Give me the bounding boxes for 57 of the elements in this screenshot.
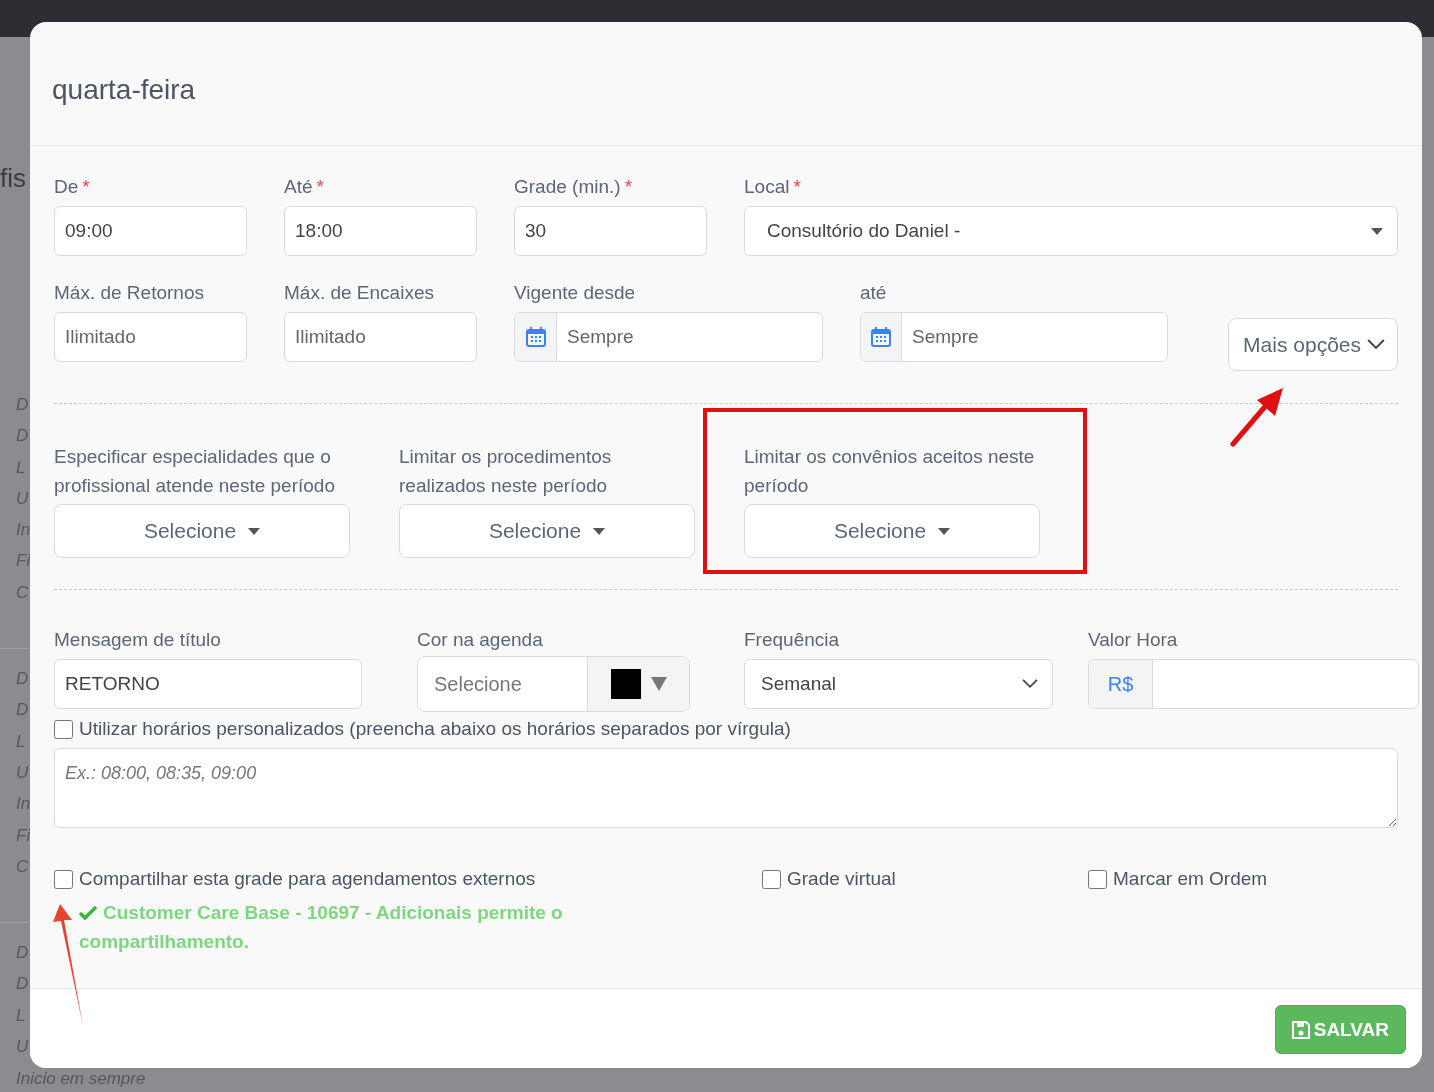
field-label: até (860, 282, 888, 304)
field-label: Até * (284, 176, 325, 198)
date-picker[interactable]: Sempre (514, 312, 823, 362)
field-label: Especificar especialidades que o profissional atende neste período (54, 445, 336, 498)
checkbox[interactable] (762, 869, 781, 889)
field-label: Máx. de Encaixes (284, 282, 435, 304)
field-label: Grade (min.) * (514, 176, 634, 198)
field-label: Mensagem de título (54, 629, 222, 651)
field-label: Frequência (744, 629, 841, 651)
input-field[interactable]: RETORNO (54, 659, 362, 709)
checkbox-label: Marcar em Ordem (1113, 868, 1268, 890)
caret-icon (593, 527, 606, 535)
field-label: Local * (744, 176, 802, 198)
more-options-button[interactable]: Mais opções (1228, 318, 1398, 371)
calendar-icon (525, 327, 546, 347)
checkbox[interactable] (54, 719, 73, 739)
input-field[interactable]: 30 (514, 206, 707, 256)
check-icon (79, 905, 97, 920)
checkbox-label: Compartilhar esta grade para agendamentos externos (79, 868, 536, 890)
input-field[interactable]: Ilimitado (54, 312, 247, 362)
field-label: Cor na agenda (417, 629, 544, 651)
input-field[interactable]: 09:00 (54, 206, 247, 256)
field-label: De * (54, 176, 91, 198)
field-label: Vigente desde (514, 282, 637, 304)
caret-icon (938, 527, 951, 535)
input-field[interactable]: Ilimitado (284, 312, 477, 362)
caret-icon (650, 677, 667, 691)
field-label: Máx. de Retornos (54, 282, 205, 304)
select-field[interactable]: Semanal (744, 659, 1053, 709)
page-heading: fis (0, 163, 27, 193)
select-button[interactable]: Selecione (399, 504, 695, 558)
floppy-icon (1291, 1020, 1310, 1039)
field-label: Limitar os convênios aceitos neste período (744, 445, 1036, 498)
select-field[interactable]: Consultório do Daniel - (744, 206, 1398, 256)
select-button[interactable]: Selecione (744, 504, 1040, 558)
date-picker[interactable]: Sempre (860, 312, 1168, 362)
checkbox[interactable] (54, 869, 73, 889)
checkbox-label: Utilizar horários personalizados (preencha abaixo os horários separados por vírgula) (79, 718, 791, 740)
input-field[interactable]: 18:00 (284, 206, 477, 256)
color-picker[interactable]: Selecione (417, 656, 690, 712)
caret-icon (1371, 227, 1383, 235)
field-label: Valor Hora (1088, 629, 1179, 651)
chevron-icon (1022, 679, 1038, 689)
select-button[interactable]: Selecione (54, 504, 350, 558)
field-label: Limitar os procedimentos realizados neste período (399, 445, 613, 498)
chevron-icon (1367, 339, 1385, 350)
modal-title: quarta-feira (52, 74, 196, 106)
color-input[interactable]: Selecione (418, 657, 588, 711)
calendar-icon (871, 327, 891, 347)
checkbox-label: Grade virtual (787, 868, 896, 890)
caret-icon (248, 527, 261, 535)
checkbox[interactable] (1088, 869, 1107, 889)
annotation-arrow (1230, 388, 1283, 447)
text-area[interactable]: Ex.: 08:00, 08:35, 09:00 (54, 748, 1398, 828)
share-notice: Customer Care Base - 10697 - Adicionais permite o compartilhamento. (79, 901, 564, 954)
date-input[interactable]: Sempre (557, 313, 822, 361)
date-input[interactable]: Sempre (902, 313, 1167, 361)
